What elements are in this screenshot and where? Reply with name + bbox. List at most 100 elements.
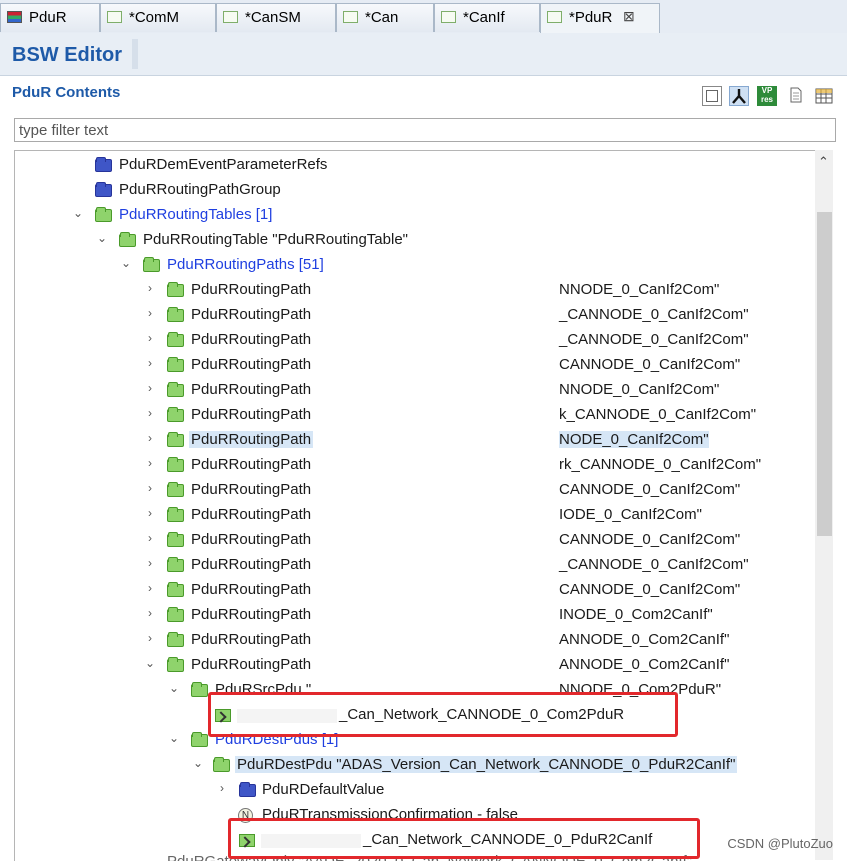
routing-path-name-suffix: CANNODE_0_CanIf2Com" (559, 481, 741, 498)
tab-comm[interactable]: *ComM (100, 3, 216, 32)
config-file-icon (441, 11, 456, 23)
folder-icon (167, 532, 184, 547)
folder-icon (167, 657, 184, 672)
chevron-down-icon[interactable]: ⌄ (95, 231, 109, 249)
tree-item-routing-path[interactable]: › PduRRoutingPath NNODE_0_CanIf2Com" (15, 278, 815, 303)
document-icon[interactable] (787, 86, 807, 106)
close-tab-icon[interactable]: ⊠ (623, 8, 635, 25)
watermark: CSDN @PlutoZuo (727, 836, 833, 851)
chevron-right-icon[interactable]: › (143, 556, 157, 574)
grid-settings-icon[interactable] (814, 86, 834, 106)
tree-item-routing-path-group[interactable]: PduRRoutingPathGroup (15, 178, 815, 203)
collapse-all-icon[interactable] (702, 86, 722, 106)
chevron-right-icon[interactable]: › (143, 356, 157, 374)
tree-item-routing-paths[interactable]: ⌄ PduRRoutingPaths [51] (15, 253, 815, 278)
folder-icon (167, 557, 184, 572)
chevron-right-icon[interactable]: › (143, 406, 157, 424)
folder-icon (119, 232, 136, 247)
filter-field[interactable] (14, 118, 836, 142)
chevron-right-icon[interactable]: › (143, 331, 157, 349)
tree-item-routing-path[interactable]: › PduRRoutingPath NNODE_0_CanIf2Com" (15, 378, 815, 403)
tree-item-routing-path[interactable]: › PduRRoutingPath CANNODE_0_CanIf2Com" (15, 353, 815, 378)
chevron-down-icon[interactable]: ⌄ (119, 256, 133, 274)
tree-item-routing-path[interactable]: › PduRRoutingPath CANNODE_0_CanIf2Com" (15, 528, 815, 553)
chevron-right-icon[interactable]: › (215, 781, 229, 799)
folder-icon (239, 782, 256, 797)
folder-icon (95, 207, 112, 222)
tree-item-routing-path[interactable]: › PduRRoutingPath rk_CANNODE_0_CanIf2Com" (15, 453, 815, 478)
chevron-right-icon[interactable]: › (143, 431, 157, 449)
filter-input[interactable] (15, 119, 835, 141)
annotation-box-dest-ref (228, 818, 700, 859)
title-separator (132, 39, 138, 69)
editor-title: BSW Editor (12, 44, 122, 66)
chevron-down-icon[interactable]: ⌄ (71, 206, 85, 224)
tree-item-routing-path[interactable]: › PduRRoutingPath _CANNODE_0_CanIf2Com" (15, 328, 815, 353)
tab-canif[interactable]: *CanIf (434, 3, 540, 32)
link-editor-icon[interactable] (729, 86, 749, 106)
routing-path-label: PduRRoutingPath (191, 606, 312, 623)
tree-item-dem-event-refs[interactable]: PduRDemEventParameterRefs (15, 153, 815, 178)
tree-item-routing-path[interactable]: ⌄ PduRRoutingPath ANNODE_0_Com2CanIf" (15, 653, 815, 678)
routing-path-name-suffix: CANNODE_0_CanIf2Com" (559, 531, 741, 548)
scroll-up-icon[interactable]: ⌃ (818, 154, 829, 170)
routing-path-name-suffix: _CANNODE_0_CanIf2Com" (559, 331, 749, 348)
chevron-right-icon[interactable]: › (143, 631, 157, 649)
chevron-right-icon[interactable]: › (143, 306, 157, 324)
folder-icon (95, 157, 112, 172)
tree-item-routing-path[interactable]: › PduRRoutingPath _CANNODE_0_CanIf2Com" (15, 553, 815, 578)
folder-icon (167, 332, 184, 347)
scrollbar-thumb[interactable] (817, 212, 832, 536)
chevron-right-icon[interactable]: › (143, 481, 157, 499)
routing-path-name-suffix: _CANNODE_0_CanIf2Com" (559, 306, 749, 323)
tree-item-routing-path[interactable]: › PduRRoutingPath IODE_0_CanIf2Com" (15, 503, 815, 528)
tree-item-routing-table[interactable]: ⌄ PduRRoutingTable "PduRRoutingTable" (15, 228, 815, 253)
editor-tab-bar: PduR *ComM *CanSM *Can *CanIf *PduR ⊠ (0, 0, 847, 34)
folder-icon (95, 182, 112, 197)
tree-scrollbar[interactable]: ⌃ (815, 150, 833, 860)
chevron-down-icon[interactable]: ⌄ (143, 656, 157, 674)
routing-path-label: PduRRoutingPath (191, 581, 312, 598)
folder-icon (213, 757, 230, 772)
chevron-right-icon[interactable]: › (143, 531, 157, 549)
folder-icon (167, 457, 184, 472)
folder-icon (167, 582, 184, 597)
chevron-right-icon[interactable]: › (143, 381, 157, 399)
chevron-right-icon[interactable]: › (143, 456, 157, 474)
routing-path-name-suffix: ANNODE_0_Com2CanIf" (559, 631, 730, 648)
tree-item-default-value[interactable]: › PduRDefaultValue (15, 778, 815, 803)
tab-can[interactable]: *Can (336, 3, 434, 32)
tree-item-routing-tables[interactable]: ⌄ PduRRoutingTables [1] (15, 203, 815, 228)
chevron-right-icon[interactable]: › (143, 606, 157, 624)
routing-path-name-suffix: NODE_0_CanIf2Com" (559, 431, 709, 448)
routing-path-label: PduRRoutingPath (191, 531, 312, 548)
tab-pdur-active[interactable]: *PduR ⊠ (540, 3, 660, 34)
chevron-right-icon[interactable]: › (143, 281, 157, 299)
config-file-icon (343, 11, 358, 23)
chevron-down-icon[interactable]: ⌄ (167, 731, 181, 749)
tab-pdur-config[interactable]: PduR (0, 3, 100, 32)
tree-item-routing-path[interactable]: › PduRRoutingPath k_CANNODE_0_CanIf2Com" (15, 403, 815, 428)
tree-item-routing-path[interactable]: › PduRRoutingPath INODE_0_Com2CanIf" (15, 603, 815, 628)
routing-path-label: PduRRoutingPath (191, 481, 312, 498)
tab-cansm[interactable]: *CanSM (216, 3, 336, 32)
chevron-down-icon[interactable]: ⌄ (167, 681, 181, 699)
tree-item-routing-path[interactable]: › PduRRoutingPath NODE_0_CanIf2Com" (15, 428, 815, 453)
tree-item-dest-pdu[interactable]: ⌄ PduRDestPdu "ADAS_Version_Can_Network_… (15, 753, 815, 778)
vp-res-icon[interactable]: VP res (757, 86, 777, 106)
folder-icon (191, 682, 208, 697)
folder-icon (167, 307, 184, 322)
tree-item-routing-path[interactable]: › PduRRoutingPath CANNODE_0_CanIf2Com" (15, 578, 815, 603)
folder-icon (167, 507, 184, 522)
tree-item-routing-path[interactable]: › PduRRoutingPath ANNODE_0_Com2CanIf" (15, 628, 815, 653)
chevron-down-icon[interactable]: ⌄ (191, 756, 205, 774)
folder-icon (143, 257, 160, 272)
section-title: PduR Contents (12, 84, 121, 101)
tree-item-routing-path[interactable]: › PduRRoutingPath CANNODE_0_CanIf2Com" (15, 478, 815, 503)
routing-path-label: PduRRoutingPath (189, 431, 314, 448)
folder-icon (167, 632, 184, 647)
tree-item-routing-path[interactable]: › PduRRoutingPath _CANNODE_0_CanIf2Com" (15, 303, 815, 328)
chevron-right-icon[interactable]: › (143, 581, 157, 599)
chevron-right-icon[interactable]: › (143, 506, 157, 524)
routing-path-name-suffix: IODE_0_CanIf2Com" (559, 506, 702, 523)
